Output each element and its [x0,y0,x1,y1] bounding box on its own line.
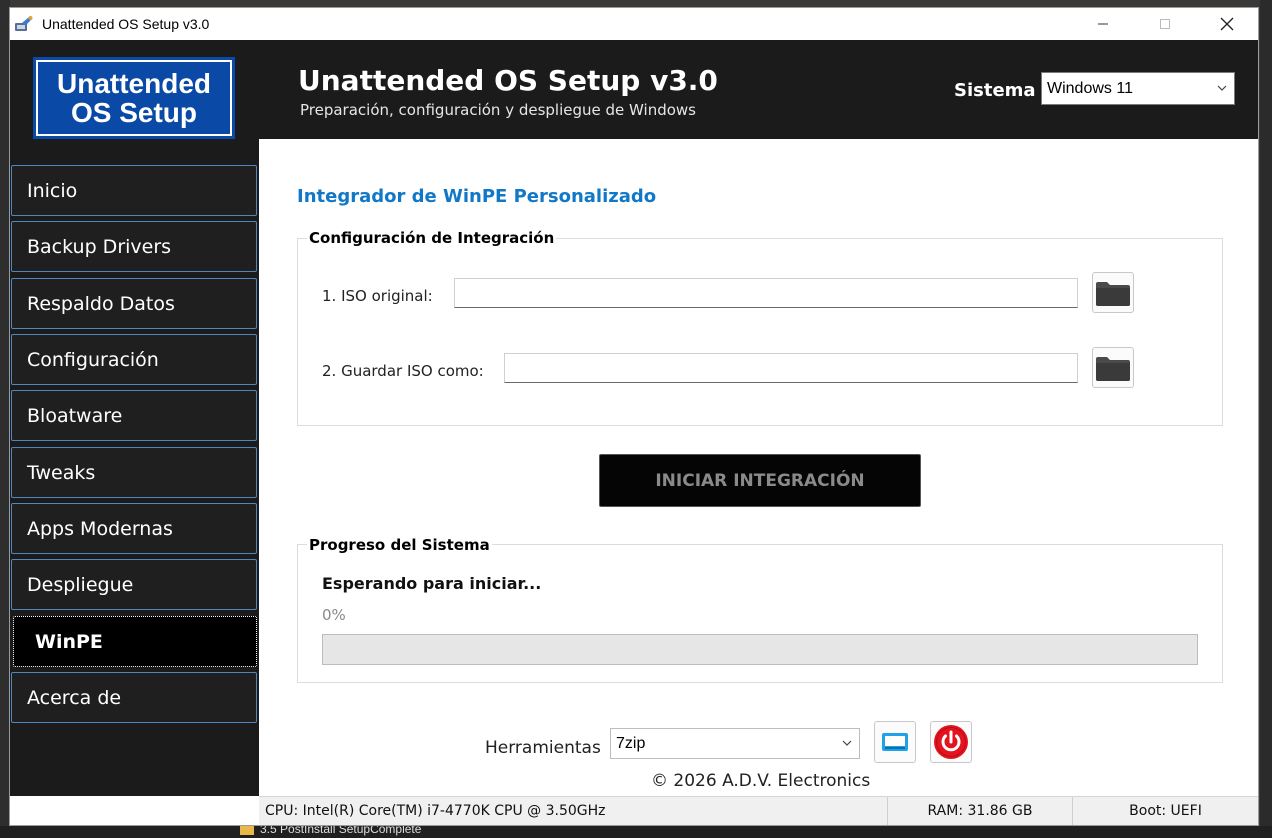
config-group-label: Configuración de Integración [307,229,557,247]
minimize-icon [1098,23,1108,25]
app-window: Unattended OS Setup v3.0 Unattended OS S… [9,7,1259,826]
tools-select[interactable]: 7zip [610,728,860,759]
page-title: Unattended OS Setup v3.0 [298,64,718,97]
sidebar-item-bloatware[interactable]: Bloatware [11,390,257,441]
tools-select-value: 7zip [616,734,646,752]
sidebar: Inicio Backup Drivers Respaldo Datos Con… [10,139,259,796]
open-tool-button[interactable] [874,721,916,763]
system-select-value: Windows 11 [1047,79,1133,97]
sidebar-item-acerca-de[interactable]: Acerca de [11,672,257,723]
minimize-button[interactable] [1072,8,1134,40]
chevron-down-icon [1217,85,1227,91]
browse-iso-original-button[interactable] [1092,272,1134,313]
title-bar[interactable]: Unattended OS Setup v3.0 [10,8,1258,40]
tools-label: Herramientas [485,738,601,758]
power-button[interactable] [930,721,972,763]
status-cpu: CPU: Intel(R) Core(TM) i7-4770K CPU @ 3.… [259,797,888,825]
logo-line-1: Unattended [57,68,211,99]
maximize-icon [1160,19,1170,29]
sidebar-item-tweaks[interactable]: Tweaks [11,447,257,498]
progress-percent: 0% [322,606,346,624]
section-title: Integrador de WinPE Personalizado [297,186,657,207]
browse-save-iso-button[interactable] [1092,347,1134,388]
app-logo: Unattended OS Setup [33,57,235,139]
system-label: Sistema [954,80,1036,101]
page-subtitle: Preparación, configuración y despliegue … [300,101,696,119]
sidebar-item-winpe[interactable]: WinPE [13,616,257,667]
desktop-background-right [1260,0,1272,838]
folder-icon [1096,281,1130,306]
close-icon [1220,17,1234,31]
status-bar: CPU: Intel(R) Core(TM) i7-4770K CPU @ 3.… [259,796,1258,825]
progress-bar [322,634,1198,665]
sidebar-item-despliegue[interactable]: Despliegue [11,559,257,610]
close-button[interactable] [1196,8,1258,40]
system-select[interactable]: Windows 11 [1041,72,1235,105]
app-icon [15,16,33,31]
chevron-down-icon [842,740,852,746]
sidebar-item-configuracion[interactable]: Configuración [11,334,257,385]
start-integration-button[interactable]: INICIAR INTEGRACIÓN [599,454,921,507]
iso-original-input[interactable] [454,278,1078,308]
sidebar-item-apps-modernas[interactable]: Apps Modernas [11,503,257,554]
status-ram: RAM: 31.86 GB [888,797,1073,825]
config-group [297,238,1223,426]
progress-group-label: Progreso del Sistema [307,536,492,554]
desktop-taskbar-strip [0,826,1272,838]
copyright-text: © 2026 A.D.V. Electronics [651,771,871,791]
progress-status-text: Esperando para iniciar... [322,574,542,593]
window-icon [882,733,908,751]
logo-line-2: OS Setup [70,97,197,128]
window-controls [1072,8,1258,40]
save-iso-label: 2. Guardar ISO como: [322,362,484,380]
sidebar-item-backup-drivers[interactable]: Backup Drivers [11,221,257,272]
folder-icon [240,824,254,835]
sidebar-item-inicio[interactable]: Inicio [11,165,257,216]
maximize-button[interactable] [1134,8,1196,40]
status-boot: Boot: UEFI [1129,803,1202,819]
iso-original-label: 1. ISO original: [322,287,433,305]
window-title: Unattended OS Setup v3.0 [42,16,210,32]
sidebar-item-respaldo-datos[interactable]: Respaldo Datos [11,278,257,329]
save-iso-input[interactable] [504,353,1078,383]
folder-icon [1096,356,1130,381]
app-header: Unattended OS Setup Unattended OS Setup … [10,40,1258,139]
power-icon [934,725,968,759]
